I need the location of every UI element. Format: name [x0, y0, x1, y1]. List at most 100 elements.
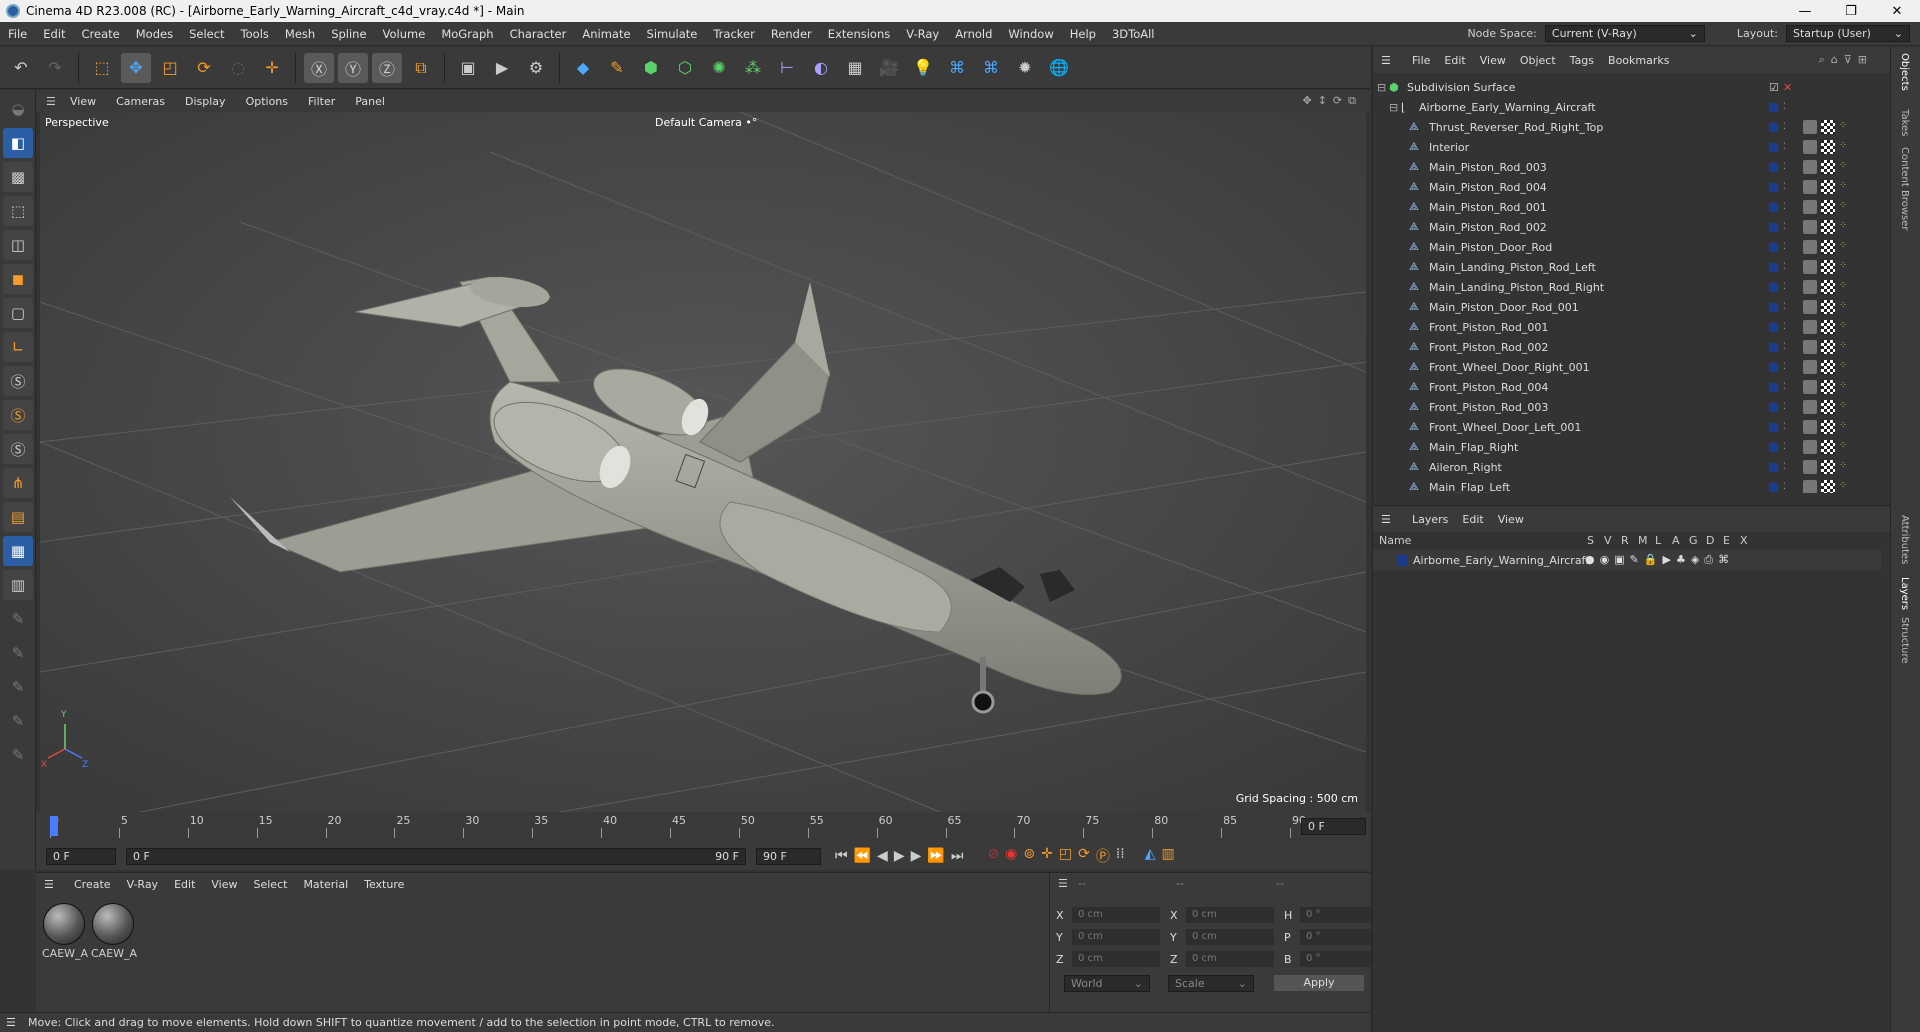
coordinate-mode-dropdown[interactable]: World ⌄ [1064, 975, 1150, 992]
texture-tag-icon[interactable] [1821, 240, 1835, 254]
menu-help[interactable]: Help [1062, 27, 1104, 41]
layer-row[interactable]: Airborne_Early_Warning_Aircraft ●◉▣✎🔒▶♣◈… [1373, 550, 1881, 570]
spline-pen-icon[interactable]: ✎ [602, 53, 632, 83]
hamburger-menu-icon[interactable]: ☰ [44, 878, 54, 891]
material-tag-icon[interactable] [1803, 280, 1817, 294]
position-key-icon[interactable]: ✛ [1041, 846, 1053, 866]
texture-tag-icon[interactable] [1821, 400, 1835, 414]
end-frame-field[interactable]: 90 F [756, 847, 821, 865]
light-object-icon[interactable]: 💡 [908, 53, 938, 83]
tab-content-browser[interactable]: Content Browser [1899, 147, 1910, 230]
layer-color-swatch[interactable] [1769, 342, 1778, 352]
visibility-dots[interactable]: ⁚ [1783, 382, 1786, 392]
phong-tag-icon[interactable]: ⁘ [1839, 460, 1849, 474]
visibility-dots[interactable]: ⁚ [1783, 122, 1786, 132]
menu-spline[interactable]: Spline [323, 27, 374, 41]
texture-tag-icon[interactable] [1821, 280, 1835, 294]
object-row[interactable]: ⟁ Aileron_Right ⁚ ⁘ [1373, 457, 1881, 477]
layer-color-swatch[interactable] [1769, 322, 1778, 332]
object-row[interactable]: ⟁ Main_Flap_Left ⁚ ⁘ [1373, 477, 1881, 493]
layer-toggle-icons[interactable]: ●◉▣✎🔒▶♣◈⎙⌘ [1585, 553, 1734, 567]
layer-color-swatch[interactable] [1769, 142, 1778, 152]
material-menu-edit[interactable]: Edit [166, 878, 203, 891]
visibility-dots[interactable]: ⁚ [1783, 482, 1786, 492]
coordinate-axis-icon[interactable]: ✛ [257, 53, 287, 83]
texture-tag-icon[interactable] [1821, 120, 1835, 134]
material-tag-icon[interactable] [1803, 160, 1817, 174]
material-tag-icon[interactable] [1803, 140, 1817, 154]
cube-object-icon[interactable]: ◆ [568, 53, 598, 83]
object-row[interactable]: ⟁ Main_Piston_Rod_004 ⁚ ⁘ [1373, 177, 1881, 197]
menu-modes[interactable]: Modes [128, 27, 181, 41]
rotate-tool-icon[interactable]: ⟳ [189, 53, 219, 83]
hamburger-menu-icon[interactable]: ☰ [46, 95, 60, 108]
texture-mode-icon[interactable]: ▩ [3, 162, 33, 192]
viewport-menu-view[interactable]: View [60, 95, 106, 108]
layer-menu-view[interactable]: View [1491, 513, 1531, 526]
material-tag-icon[interactable] [1803, 380, 1817, 394]
enabled-check-icon[interactable]: ☑ [1769, 81, 1779, 94]
material-tag-icon[interactable] [1803, 180, 1817, 194]
axis-mode-icon[interactable]: ∟ [3, 332, 33, 362]
texture-tag-icon[interactable] [1821, 460, 1835, 474]
quantize-icon[interactable]: Ⓢ [3, 434, 33, 464]
apply-button[interactable]: Apply [1274, 975, 1364, 991]
menu-character[interactable]: Character [502, 27, 575, 41]
layer-color-swatch[interactable] [1769, 182, 1778, 192]
position-x-field[interactable]: 0 cm [1072, 907, 1160, 923]
layer-color-swatch[interactable] [1769, 302, 1778, 312]
material-tag-icon[interactable] [1803, 480, 1817, 493]
material-tag-icon[interactable] [1803, 260, 1817, 274]
menu-edit[interactable]: Edit [35, 27, 73, 41]
material-tag-icon[interactable] [1803, 340, 1817, 354]
visibility-dots[interactable]: ⁚ [1783, 342, 1786, 352]
menu-extensions[interactable]: Extensions [820, 27, 898, 41]
layer-menu-edit[interactable]: Edit [1455, 513, 1490, 526]
point-level-key-icon[interactable]: ⁞⁞ [1116, 846, 1125, 866]
tab-layers[interactable]: Layers [1899, 577, 1910, 610]
material-tag-icon[interactable] [1803, 440, 1817, 454]
menu-3dtoall[interactable]: 3DToAll [1104, 27, 1163, 41]
phong-tag-icon[interactable]: ⁘ [1839, 240, 1849, 254]
magnet-icon[interactable]: ⋔ [3, 468, 33, 498]
material-tag-icon[interactable] [1803, 120, 1817, 134]
camera-label[interactable]: Default Camera •° [655, 116, 757, 129]
phong-tag-icon[interactable]: ⁘ [1839, 340, 1849, 354]
material-tag-icon[interactable] [1803, 200, 1817, 214]
objmenu-edit[interactable]: Edit [1437, 54, 1472, 67]
points-mode-icon[interactable]: ⬚ [3, 196, 33, 226]
render-settings-icon[interactable]: ⚙ [521, 53, 551, 83]
phong-tag-icon[interactable]: ⁘ [1839, 360, 1849, 374]
go-to-end-icon[interactable]: ⏭ [951, 848, 964, 864]
layer-color-swatch[interactable] [1769, 262, 1778, 272]
menu-mesh[interactable]: Mesh [277, 27, 323, 41]
viewport-navigation-icons[interactable]: ✥↕⟳⧉ [1302, 94, 1362, 108]
phong-tag-icon[interactable]: ⁘ [1839, 320, 1849, 334]
floor-object-icon[interactable]: ▦ [840, 53, 870, 83]
object-manager-toolbar-icons[interactable]: ⌕⌂⊽⊞ [1812, 53, 1880, 67]
layer-color-swatch[interactable] [1769, 202, 1778, 212]
previous-frame-icon[interactable]: ◀ [877, 848, 888, 864]
layer-color-swatch[interactable] [1397, 554, 1408, 566]
phong-tag-icon[interactable]: ⁘ [1839, 160, 1849, 174]
object-row[interactable]: ⟁ Front_Piston_Rod_003 ⁚ ⁘ [1373, 397, 1881, 417]
object-row[interactable]: ⟁ Main_Piston_Rod_003 ⁚ ⁘ [1373, 157, 1881, 177]
object-row[interactable]: ⟁ Main_Flap_Right ⁚ ⁘ [1373, 437, 1881, 457]
material-tag-icon[interactable] [1803, 400, 1817, 414]
menu-file[interactable]: File [0, 27, 35, 41]
material-menu-texture[interactable]: Texture [356, 878, 412, 891]
menu-mograph[interactable]: MoGraph [433, 27, 501, 41]
tab-structure[interactable]: Structure [1899, 617, 1910, 664]
objmenu-bookmarks[interactable]: Bookmarks [1601, 54, 1676, 67]
snap-enable-icon[interactable]: Ⓢ [3, 366, 33, 396]
layer-color-swatch[interactable] [1769, 102, 1778, 112]
layer-color-swatch[interactable] [1769, 422, 1778, 432]
python-script-icon[interactable]: ⌘ [942, 53, 972, 83]
snap-settings-icon[interactable]: Ⓢ [3, 400, 33, 430]
texture-tag-icon[interactable] [1821, 300, 1835, 314]
layer-color-swatch[interactable] [1769, 402, 1778, 412]
vray-settings-icon[interactable]: ✹ [1010, 53, 1040, 83]
material-menu-material[interactable]: Material [295, 878, 356, 891]
object-row[interactable]: ⟁ Main_Piston_Rod_001 ⁚ ⁘ [1373, 197, 1881, 217]
perspective-viewport[interactable]: Perspective Default Camera •° Grid Spaci… [40, 112, 1366, 812]
